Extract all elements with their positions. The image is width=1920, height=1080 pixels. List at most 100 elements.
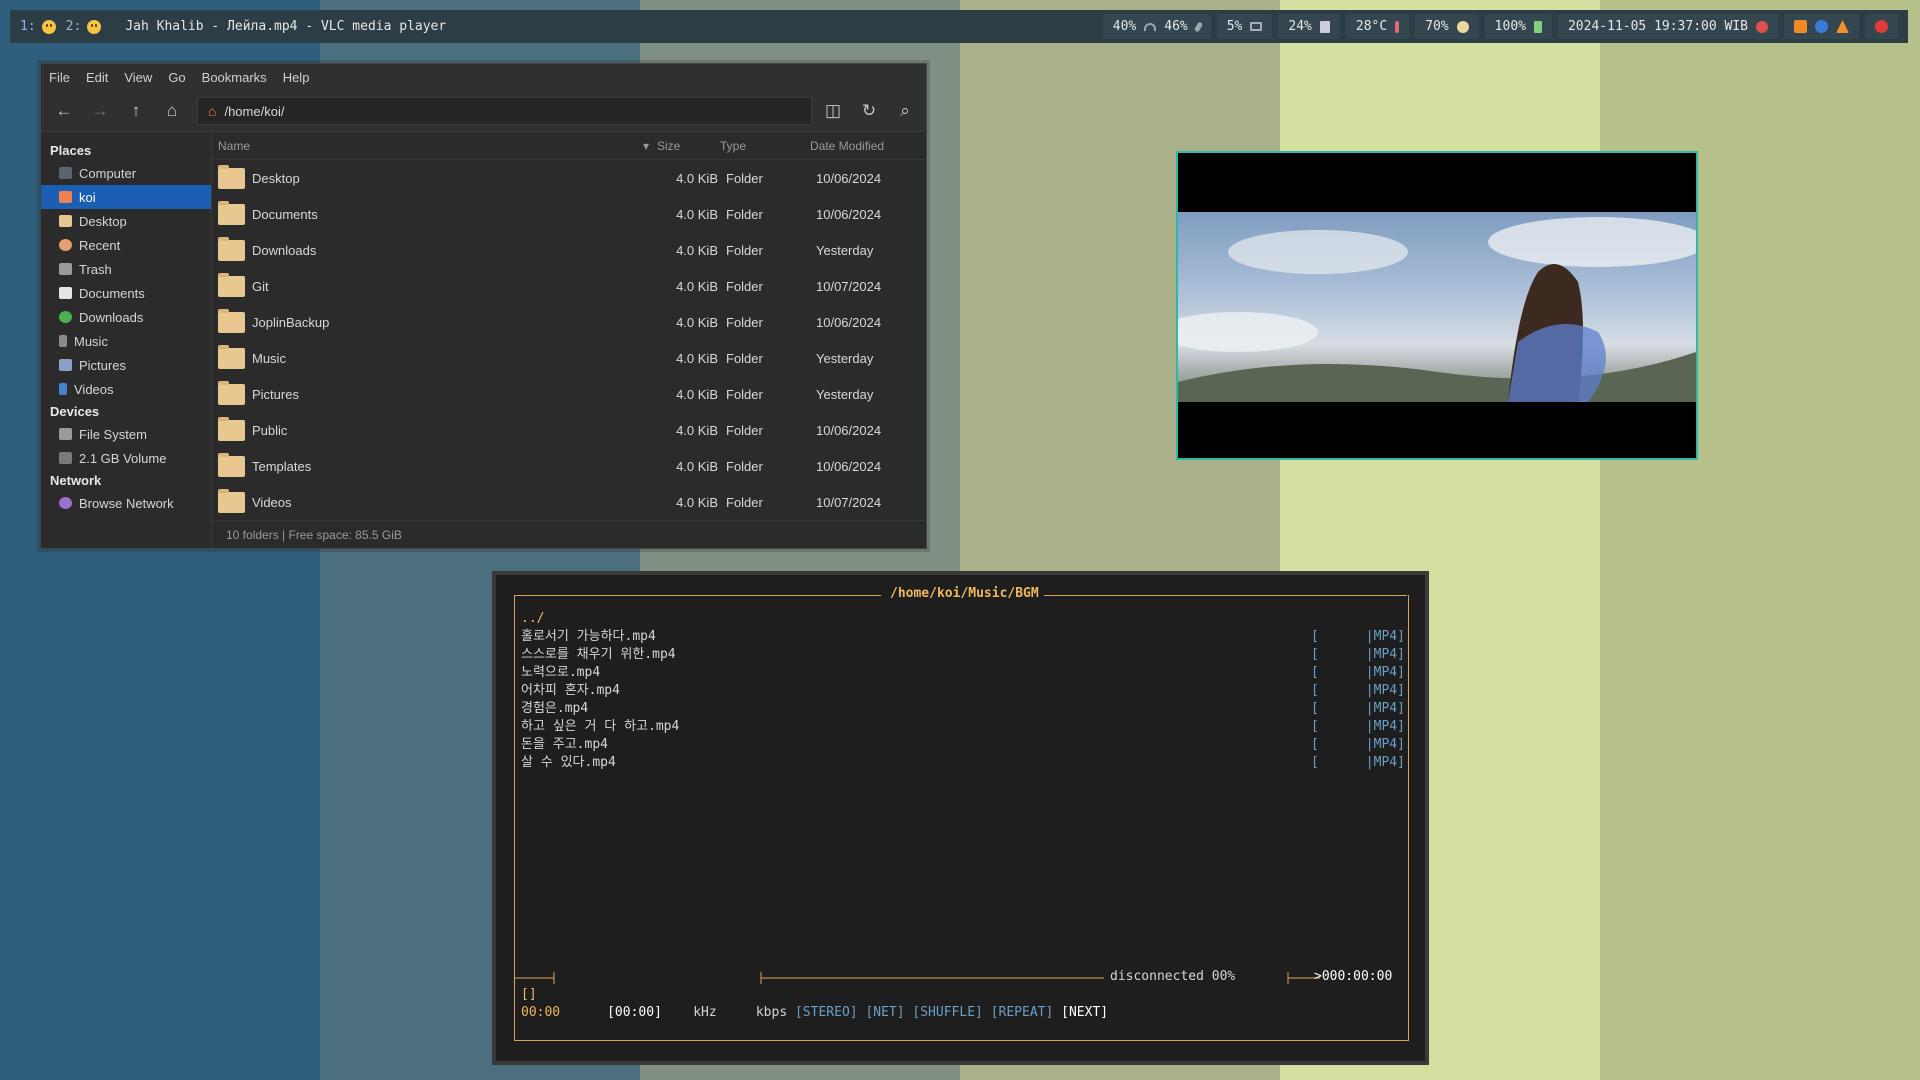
- file-date: 10/06/2024: [816, 458, 882, 474]
- vlc-tray-icon[interactable]: [1836, 20, 1849, 33]
- sidebar-item-recent[interactable]: Recent: [41, 233, 211, 257]
- next-toggle[interactable]: [NEXT]: [1061, 1005, 1108, 1020]
- trash-icon: [59, 263, 72, 275]
- menu-bookmarks[interactable]: Bookmarks: [202, 70, 267, 85]
- repeat-toggle[interactable]: [REPEAT]: [991, 1005, 1054, 1020]
- sidebar-item-videos[interactable]: Videos: [41, 377, 211, 401]
- brightness-module[interactable]: 70%: [1415, 14, 1479, 39]
- sidebar-item-label: Trash: [79, 261, 112, 277]
- file-row[interactable]: Public 4.0 KiB Folder 10/06/2024: [212, 412, 926, 448]
- progress-lines: [514, 972, 1320, 984]
- home-icon: [59, 191, 72, 203]
- workspace-2[interactable]: 2:: [66, 19, 102, 34]
- split-view-button[interactable]: ◫: [818, 96, 848, 126]
- folder-icon: [218, 308, 245, 333]
- sidebar-item-volume[interactable]: 2.1 GB Volume: [41, 446, 211, 470]
- sidebar-item-documents[interactable]: Documents: [41, 281, 211, 305]
- reload-button[interactable]: ↻: [854, 96, 884, 126]
- search-button[interactable]: ⌕: [890, 96, 920, 126]
- file-row[interactable]: Templates 4.0 KiB Folder 10/06/2024: [212, 448, 926, 484]
- sidebar-item-pictures[interactable]: Pictures: [41, 353, 211, 377]
- menu-edit[interactable]: Edit: [86, 70, 108, 85]
- track-item[interactable]: 하고 싶은 거 다 하고.mp4: [521, 718, 679, 736]
- folder-videos-icon: [218, 488, 245, 513]
- file-size: 4.0 KiB: [676, 206, 718, 222]
- menu-help[interactable]: Help: [283, 70, 310, 85]
- up-button[interactable]: ↑: [121, 96, 151, 126]
- file-row[interactable]: Pictures 4.0 KiB Folder Yesterday: [212, 376, 926, 412]
- column-type[interactable]: Type: [720, 139, 810, 153]
- sidebar-item-downloads[interactable]: Downloads: [41, 305, 211, 329]
- file-type: Folder: [726, 314, 763, 330]
- location-bar[interactable]: ⌂ /home/koi/: [197, 97, 812, 125]
- file-row[interactable]: Desktop 4.0 KiB Folder 10/06/2024: [212, 160, 926, 196]
- track-format: [ |MP4]: [1311, 701, 1405, 716]
- track-item[interactable]: 경험은.mp4: [521, 700, 679, 718]
- sidebar-item-label: Documents: [79, 285, 145, 301]
- column-date[interactable]: Date Modified: [810, 139, 920, 153]
- file-name: Public: [252, 422, 288, 438]
- download-icon: [59, 311, 72, 323]
- frame-top-left: [514, 595, 881, 596]
- network-icon: [59, 497, 72, 509]
- sidebar-item-label: Downloads: [79, 309, 144, 325]
- track-list: ../ 홀로서기 가능하다.mp4 스스로를 채우기 위한.mp4 노력으로.m…: [521, 610, 679, 772]
- sidebar-item-desktop[interactable]: Desktop: [41, 209, 211, 233]
- column-name-label: Name: [218, 138, 251, 153]
- sidebar-item-trash[interactable]: Trash: [41, 257, 211, 281]
- sidebar-item-music[interactable]: Music: [41, 329, 211, 353]
- arrow-right-icon: →: [91, 101, 109, 120]
- file-row[interactable]: Documents 4.0 KiB Folder 10/06/2024: [212, 196, 926, 232]
- track-item[interactable]: 살 수 있다.mp4: [521, 754, 679, 772]
- file-date: Yesterday: [816, 386, 874, 402]
- column-size[interactable]: Size: [657, 139, 720, 153]
- bluetooth-tray-icon[interactable]: [1815, 20, 1828, 33]
- track-item[interactable]: 어차피 혼자.mp4: [521, 682, 679, 700]
- workspace-1[interactable]: 1:: [20, 19, 56, 34]
- track-item[interactable]: 홀로서기 가능하다.mp4: [521, 628, 679, 646]
- file-name: Downloads: [252, 242, 317, 258]
- folder-pictures-icon: [218, 380, 245, 405]
- track-format: [ |MP4]: [1311, 665, 1405, 680]
- parent-directory[interactable]: ../: [521, 610, 679, 628]
- file-name: Documents: [252, 206, 318, 222]
- file-row[interactable]: Git 4.0 KiB Folder 10/07/2024: [212, 268, 926, 304]
- current-time: 00:00: [521, 1005, 561, 1020]
- monitor-icon: [1250, 22, 1263, 31]
- sidebar-item-koi[interactable]: koi: [41, 185, 211, 209]
- track-item[interactable]: 돈을 주고.mp4: [521, 736, 679, 754]
- temperature-value: 28°C: [1355, 19, 1388, 34]
- frame-top-right: [1044, 595, 1407, 596]
- net-toggle[interactable]: [NET]: [865, 1005, 904, 1020]
- sidebar-item-browse-network[interactable]: Browse Network: [41, 491, 211, 515]
- forward-button[interactable]: →: [85, 96, 115, 126]
- sidebar-item-filesystem[interactable]: File System: [41, 422, 211, 446]
- sidebar-item-label: 2.1 GB Volume: [79, 450, 167, 466]
- home-button[interactable]: ⌂: [157, 96, 187, 126]
- sidebar-item-computer[interactable]: Computer: [41, 161, 211, 185]
- file-row[interactable]: JoplinBackup 4.0 KiB Folder 10/06/2024: [212, 304, 926, 340]
- track-item[interactable]: 노력으로.mp4: [521, 664, 679, 682]
- menu-file[interactable]: File: [49, 70, 70, 85]
- menu-bar: File Edit View Go Bookmarks Help: [41, 64, 926, 91]
- vlc-video-window[interactable]: [1176, 151, 1698, 460]
- menu-view[interactable]: View: [124, 70, 152, 85]
- power-module[interactable]: [1865, 14, 1898, 39]
- shuffle-toggle[interactable]: [SHUFFLE]: [912, 1005, 982, 1020]
- clock-module[interactable]: 2024-11-05 19:37:00 WIB: [1557, 14, 1778, 39]
- file-row[interactable]: Downloads 4.0 KiB Folder Yesterday: [212, 232, 926, 268]
- stereo-toggle[interactable]: [STEREO]: [795, 1005, 858, 1020]
- terminal-music-player: /home/koi/Music/BGM ../ 홀로서기 가능하다.mp4 스스…: [492, 571, 1429, 1065]
- video-scene: [1178, 217, 1696, 402]
- rss-tray-icon[interactable]: [1794, 20, 1807, 33]
- sidebar-item-label: Desktop: [79, 213, 127, 229]
- film-icon: [59, 383, 67, 395]
- track-item[interactable]: 스스로를 채우기 위한.mp4: [521, 646, 679, 664]
- audio-module[interactable]: 40% 46%: [1102, 14, 1211, 39]
- file-row[interactable]: Music 4.0 KiB Folder Yesterday: [212, 340, 926, 376]
- column-name[interactable]: Name ▾: [212, 139, 657, 153]
- menu-go[interactable]: Go: [168, 70, 185, 85]
- file-row[interactable]: Videos 4.0 KiB Folder 10/07/2024: [212, 484, 926, 520]
- file-type: Folder: [726, 494, 763, 510]
- back-button[interactable]: ←: [49, 96, 79, 126]
